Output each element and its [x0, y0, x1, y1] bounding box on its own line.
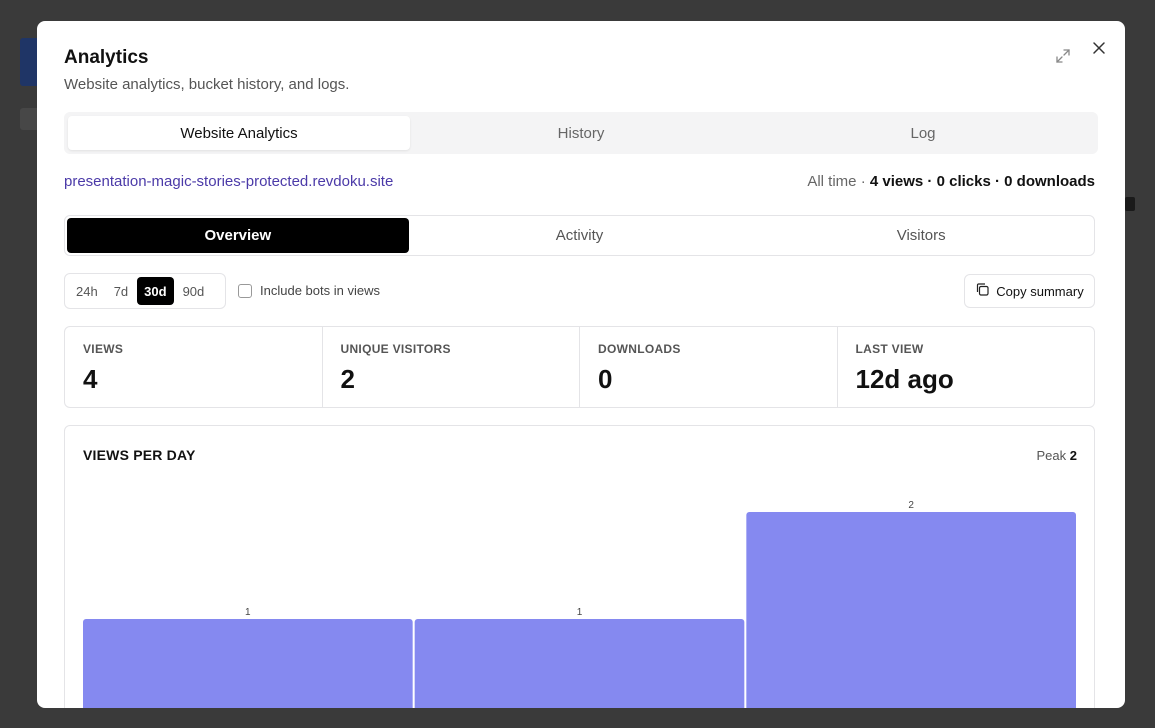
- copy-summary-label: Copy summary: [996, 283, 1084, 299]
- chart-title: VIEWS PER DAY: [83, 447, 196, 463]
- stat-label: DOWNLOADS: [598, 342, 681, 356]
- clicks-summary: 0 clicks: [936, 173, 991, 190]
- chart-bar[interactable]: [414, 619, 745, 708]
- close-icon[interactable]: [1089, 38, 1109, 58]
- bar-value-label: 1: [245, 607, 251, 618]
- separator: ·: [927, 173, 937, 190]
- range-30d-button[interactable]: 30d: [137, 277, 174, 305]
- stat-card: UNIQUE VISITORS 2: [323, 327, 580, 407]
- time-range-selector: 24h 7d 30d 90d: [64, 273, 226, 309]
- range-90d-button[interactable]: 90d: [176, 277, 212, 305]
- include-bots-option: Include bots in views: [238, 283, 380, 298]
- stat-label: LAST VIEW: [855, 342, 924, 356]
- range-24h-button[interactable]: 24h: [69, 277, 105, 305]
- peak-value: 2: [1069, 448, 1077, 463]
- stat-label: UNIQUE VISITORS: [340, 342, 451, 356]
- stat-card: LAST VIEW 12d ago: [838, 327, 1095, 407]
- stat-value: 12d ago: [855, 364, 954, 394]
- stat-label: VIEWS: [83, 342, 124, 356]
- chart-bar[interactable]: [746, 512, 1076, 708]
- tab-visitors[interactable]: Visitors: [750, 218, 1092, 253]
- tab-activity[interactable]: Activity: [409, 218, 751, 253]
- views-per-day-card: 1 1 2 VIEWS PER DAY Peak 2: [64, 425, 1095, 708]
- downloads-summary: 0 downloads: [1004, 173, 1095, 190]
- stat-value: 4: [83, 364, 98, 394]
- bar-value-label: 2: [908, 500, 914, 511]
- site-url-link[interactable]: presentation-magic-stories-protected.rev…: [64, 173, 393, 190]
- period-label: All time: [807, 173, 857, 190]
- expand-icon[interactable]: [1053, 46, 1073, 66]
- main-tabs: Website Analytics History Log: [64, 112, 1098, 154]
- analytics-modal: Analytics Website analytics, bucket hist…: [37, 21, 1125, 708]
- stat-card: VIEWS 4: [65, 327, 323, 407]
- tab-overview[interactable]: Overview: [67, 218, 409, 253]
- stat-value: 0: [598, 364, 613, 394]
- backdrop-marker: [1125, 197, 1135, 211]
- bar-value-label: 1: [577, 607, 583, 618]
- chart-bar[interactable]: [83, 619, 413, 708]
- views-per-day-chart: 1 1 2: [83, 500, 1076, 708]
- separator: ·: [860, 173, 870, 190]
- peak-label: Peak: [1036, 448, 1067, 463]
- range-7d-button[interactable]: 7d: [107, 277, 135, 305]
- tab-website-analytics[interactable]: Website Analytics: [68, 116, 410, 150]
- views-summary: 4 views: [869, 173, 924, 190]
- copy-icon: [975, 282, 990, 300]
- tab-log[interactable]: Log: [752, 116, 1094, 150]
- stat-card: DOWNLOADS 0: [580, 327, 838, 407]
- copy-summary-button[interactable]: Copy summary: [964, 274, 1095, 308]
- separator: ·: [994, 173, 1005, 190]
- include-bots-checkbox[interactable]: [238, 283, 252, 298]
- peak-indicator: Peak 2: [1037, 448, 1078, 463]
- modal-title: Analytics: [64, 47, 149, 68]
- sub-tabs: Overview Activity Visitors: [64, 215, 1095, 256]
- site-summary: All time · 4 views · 0 clicks · 0 downlo…: [807, 173, 1095, 190]
- stat-value: 2: [340, 364, 355, 394]
- stats-row: VIEWS 4 UNIQUE VISITORS 2 DOWNLOADS 0 LA…: [64, 326, 1095, 408]
- modal-subtitle: Website analytics, bucket history, and l…: [64, 76, 350, 93]
- include-bots-label: Include bots in views: [260, 283, 380, 298]
- tab-history[interactable]: History: [410, 116, 752, 150]
